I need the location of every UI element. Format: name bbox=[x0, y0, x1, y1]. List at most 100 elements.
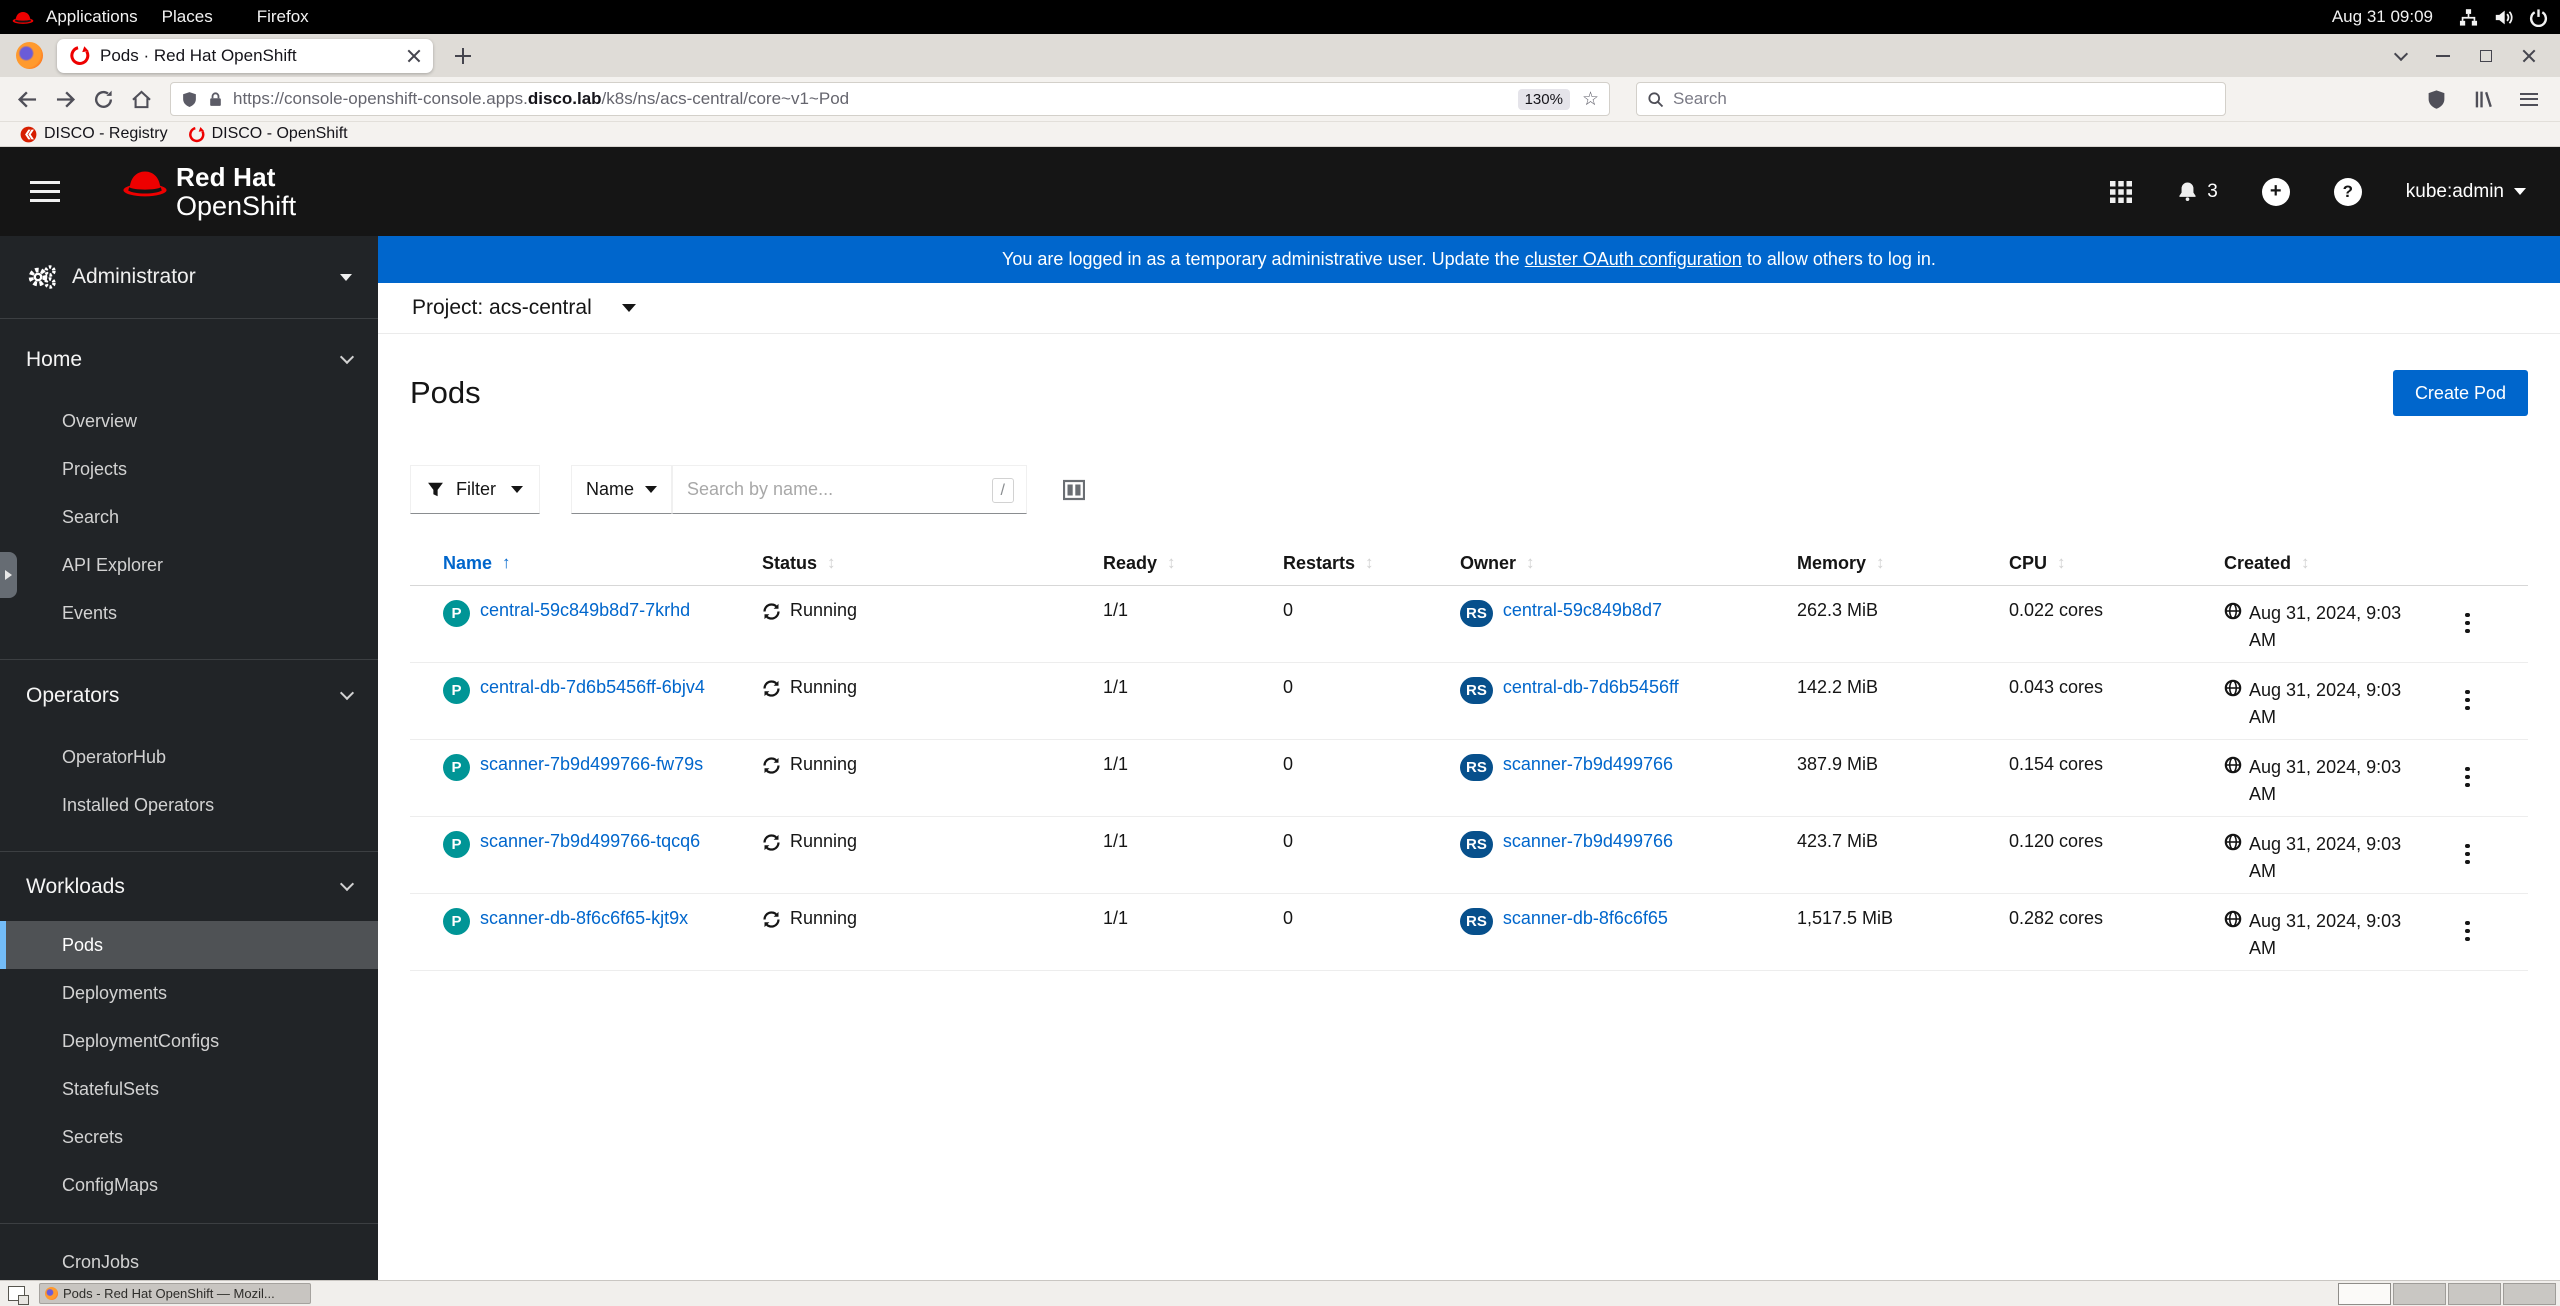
sidebar-item-events[interactable]: Events bbox=[0, 589, 378, 637]
nav-section-operators[interactable]: Operators bbox=[26, 681, 355, 711]
column-header-cpu[interactable]: CPU ↕ bbox=[1976, 553, 2191, 574]
nav-section-workloads[interactable]: Workloads bbox=[26, 872, 355, 902]
tracking-shield-icon[interactable] bbox=[181, 91, 198, 108]
forward-icon[interactable] bbox=[55, 89, 76, 110]
owner-link[interactable]: central-db-7d6b5456ff bbox=[1503, 677, 1679, 698]
workspace-4[interactable] bbox=[2503, 1282, 2556, 1305]
menu-applications[interactable]: Applications bbox=[34, 7, 150, 27]
sidebar-item-cronjobs[interactable]: CronJobs bbox=[0, 1238, 378, 1280]
sidebar-item-deployments[interactable]: Deployments bbox=[0, 969, 378, 1017]
owner-link[interactable]: central-59c849b8d7 bbox=[1503, 600, 1662, 621]
sort-icon[interactable]: ↕ bbox=[1365, 553, 1374, 573]
sidebar-item-overview[interactable]: Overview bbox=[0, 397, 378, 445]
sidebar-item-deploymentconfigs[interactable]: DeploymentConfigs bbox=[0, 1017, 378, 1065]
browser-search-input[interactable] bbox=[1673, 89, 2215, 109]
pod-link[interactable]: scanner-db-8f6c6f65-kjt9x bbox=[480, 908, 688, 929]
bookmark-disco-openshift[interactable]: DISCO - OpenShift bbox=[188, 125, 348, 143]
owner-link[interactable]: scanner-7b9d499766 bbox=[1503, 831, 1673, 852]
firefox-icon[interactable] bbox=[16, 42, 43, 69]
help-button[interactable]: ? bbox=[2333, 177, 2362, 206]
bookmark-disco-registry[interactable]: DISCO - Registry bbox=[20, 125, 168, 143]
volume-icon[interactable] bbox=[2494, 8, 2513, 27]
lock-icon[interactable] bbox=[207, 91, 224, 108]
sidebar-item-secrets[interactable]: Secrets bbox=[0, 1113, 378, 1161]
oauth-config-link[interactable]: cluster OAuth configuration bbox=[1525, 249, 1742, 270]
network-icon[interactable] bbox=[2459, 8, 2478, 27]
user-menu[interactable]: kube:admin bbox=[2406, 181, 2526, 203]
column-header-owner[interactable]: Owner ↕ bbox=[1427, 553, 1764, 574]
power-icon[interactable] bbox=[2529, 8, 2548, 27]
sidebar-item-pods[interactable]: Pods bbox=[0, 921, 378, 969]
browser-search-bar[interactable] bbox=[1636, 82, 2226, 116]
sidebar-item-api-explorer[interactable]: API Explorer bbox=[0, 541, 378, 589]
owner-link[interactable]: scanner-db-8f6c6f65 bbox=[1503, 908, 1668, 929]
sidebar-item-configmaps[interactable]: ConfigMaps bbox=[0, 1161, 378, 1209]
new-tab-button[interactable] bbox=[455, 47, 471, 64]
pod-link[interactable]: scanner-7b9d499766-fw79s bbox=[480, 754, 703, 775]
sort-icon[interactable]: ↕ bbox=[827, 553, 836, 573]
workspace-1[interactable] bbox=[2338, 1282, 2391, 1305]
taskbar-window-button[interactable]: Pods - Red Hat OpenShift — Mozil... bbox=[39, 1283, 311, 1304]
column-management-icon[interactable] bbox=[1063, 479, 1085, 501]
library-icon[interactable] bbox=[2473, 89, 2494, 110]
close-window-icon[interactable] bbox=[2522, 49, 2536, 63]
protections-shield-icon[interactable] bbox=[2426, 89, 2447, 110]
back-icon[interactable] bbox=[17, 89, 38, 110]
reload-icon[interactable] bbox=[93, 89, 114, 110]
workspace-2[interactable] bbox=[2393, 1282, 2446, 1305]
row-actions-kebab[interactable] bbox=[2454, 683, 2482, 717]
menu-firefox[interactable]: Firefox bbox=[245, 7, 321, 27]
sidebar-item-operatorhub[interactable]: OperatorHub bbox=[0, 733, 378, 781]
sort-icon[interactable]: ↕ bbox=[2057, 553, 2066, 573]
brand-logo[interactable]: Red Hat OpenShift bbox=[122, 164, 296, 220]
minimize-icon[interactable] bbox=[2436, 54, 2450, 57]
row-actions-kebab[interactable] bbox=[2454, 606, 2482, 640]
list-tabs-icon[interactable] bbox=[2393, 46, 2409, 61]
window-list-icon[interactable] bbox=[8, 1286, 29, 1305]
search-attribute-dropdown[interactable]: Name bbox=[571, 465, 672, 514]
sort-icon[interactable]: ↕ bbox=[1167, 553, 1176, 573]
row-actions-kebab[interactable] bbox=[2454, 914, 2482, 948]
quick-create-button[interactable]: + bbox=[2261, 177, 2290, 206]
pod-link[interactable]: central-59c849b8d7-7krhd bbox=[480, 600, 690, 621]
column-header-ready[interactable]: Ready ↕ bbox=[1070, 553, 1250, 574]
nav-section-home[interactable]: Home bbox=[26, 345, 355, 375]
workspace-3[interactable] bbox=[2448, 1282, 2501, 1305]
sidebar-item-installed-operators[interactable]: Installed Operators bbox=[0, 781, 378, 829]
screen-share-handle[interactable] bbox=[0, 552, 17, 598]
tab-close-icon[interactable] bbox=[407, 49, 421, 63]
notifications-button[interactable]: 3 bbox=[2176, 180, 2218, 203]
pod-link[interactable]: central-db-7d6b5456ff-6bjv4 bbox=[480, 677, 705, 698]
row-actions-kebab[interactable] bbox=[2454, 837, 2482, 871]
project-selector[interactable]: Project: acs-central bbox=[378, 283, 2560, 334]
filter-dropdown[interactable]: Filter bbox=[410, 465, 540, 514]
browser-tab[interactable]: Pods · Red Hat OpenShift bbox=[57, 38, 433, 73]
sort-icon[interactable]: ↕ bbox=[2301, 553, 2310, 573]
app-launcher-icon[interactable] bbox=[2110, 181, 2132, 203]
url-bar[interactable]: https://console-openshift-console.apps.d… bbox=[170, 82, 1610, 116]
create-pod-button[interactable]: Create Pod bbox=[2392, 370, 2528, 416]
perspective-switcher[interactable]: Administrator bbox=[0, 236, 378, 319]
column-header-memory[interactable]: Memory ↕ bbox=[1764, 553, 1976, 574]
row-actions-kebab[interactable] bbox=[2454, 760, 2482, 794]
owner-link[interactable]: scanner-7b9d499766 bbox=[1503, 754, 1673, 775]
zoom-level-badge[interactable]: 130% bbox=[1517, 88, 1570, 110]
home-icon[interactable] bbox=[131, 89, 152, 110]
column-header-status[interactable]: Status ↕ bbox=[729, 553, 1070, 574]
name-search-input[interactable] bbox=[673, 466, 1026, 513]
app-menu-icon[interactable] bbox=[2520, 92, 2538, 106]
pod-link[interactable]: scanner-7b9d499766-tqcq6 bbox=[480, 831, 700, 852]
restore-icon[interactable] bbox=[2480, 49, 2492, 62]
bookmark-star-icon[interactable]: ☆ bbox=[1582, 90, 1599, 109]
sidebar-item-projects[interactable]: Projects bbox=[0, 445, 378, 493]
column-header-restarts[interactable]: Restarts ↕ bbox=[1250, 553, 1427, 574]
sort-icon[interactable]: ↕ bbox=[1876, 553, 1885, 573]
sidebar-item-statefulsets[interactable]: StatefulSets bbox=[0, 1065, 378, 1113]
menu-places[interactable]: Places bbox=[150, 7, 225, 27]
sidebar-item-search[interactable]: Search bbox=[0, 493, 378, 541]
nav-toggle-icon[interactable] bbox=[30, 175, 60, 208]
sort-icon[interactable]: ↕ bbox=[1526, 553, 1535, 573]
column-header-name[interactable]: Name ↑ bbox=[410, 553, 729, 574]
clock[interactable]: Aug 31 09:09 bbox=[2332, 7, 2433, 27]
column-header-created[interactable]: Created ↕ bbox=[2191, 553, 2407, 574]
